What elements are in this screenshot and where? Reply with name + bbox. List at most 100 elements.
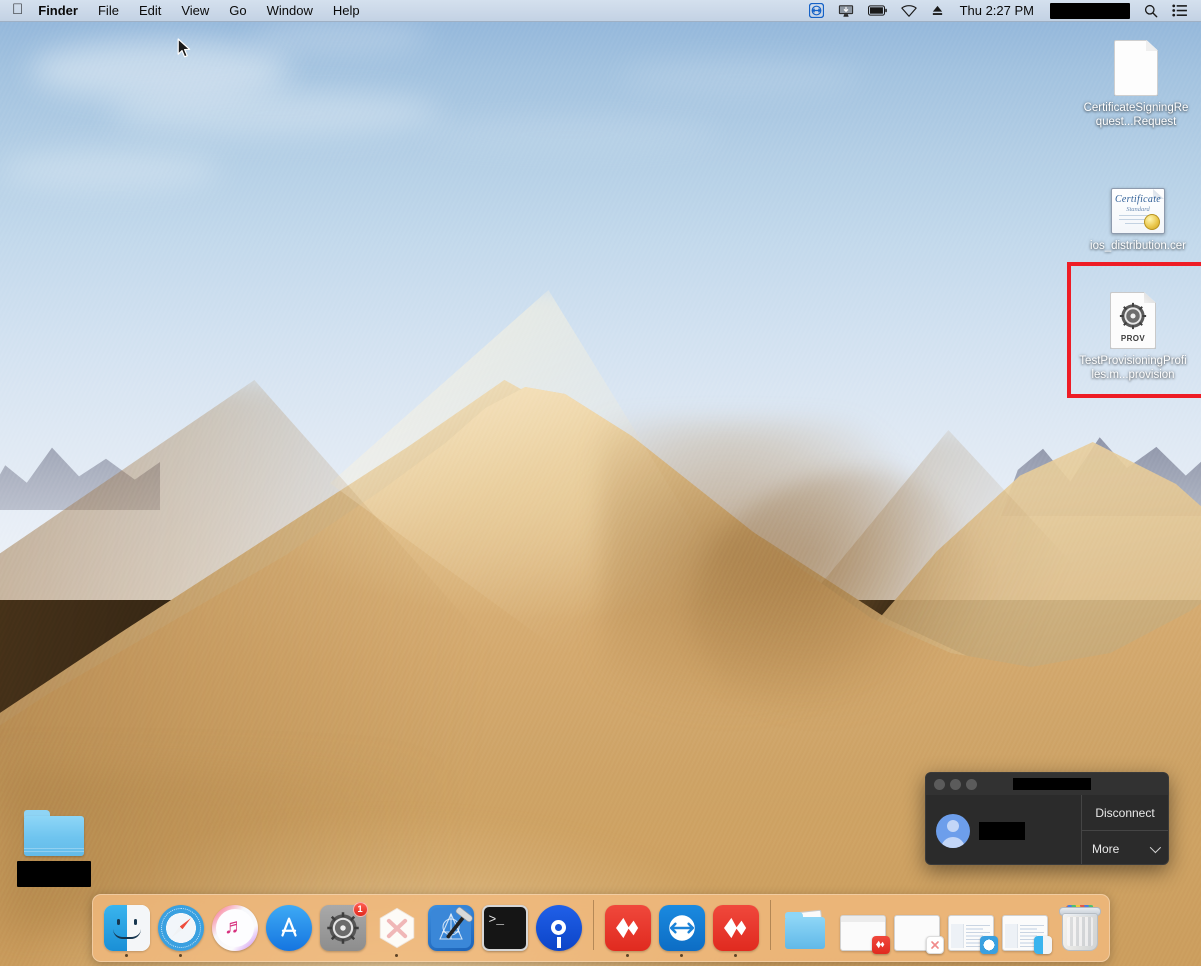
running-indicator — [394, 953, 399, 957]
desktop-icon-ios-distribution-cer[interactable]: Certificate Standard ios_distribution.ce… — [1084, 170, 1192, 253]
dock-item-teamviewer[interactable] — [655, 896, 709, 958]
certificate-subtitle: Standard — [1126, 206, 1150, 213]
terminal-prompt: >_ — [488, 911, 505, 927]
dock-separator — [769, 900, 771, 950]
dock-item-anydesk-2[interactable] — [709, 896, 763, 958]
running-indicator — [287, 954, 291, 958]
running-indicator — [503, 954, 507, 958]
running-indicator — [911, 954, 915, 958]
dock-item-app-store[interactable] — [262, 896, 316, 958]
provisioning-profile-icon: PROV — [1110, 285, 1156, 349]
desktop-icon-certificate-signing-request[interactable]: CertificateSigningRequest...Request — [1082, 32, 1190, 130]
panel-title-bar[interactable] — [926, 773, 1168, 795]
menu-item-window[interactable]: Window — [257, 0, 323, 21]
dock-item-sourcetree[interactable] — [532, 896, 586, 958]
dock-item-safari[interactable] — [154, 896, 208, 958]
menu-item-finder[interactable]: Finder — [34, 0, 88, 21]
safari-icon — [157, 904, 204, 951]
screen-sharing-icon[interactable] — [831, 0, 861, 21]
more-dropdown[interactable]: More — [1082, 830, 1168, 864]
dock[interactable]: ♬ 1 >_ — [91, 894, 1110, 962]
notification-center-icon[interactable] — [1165, 0, 1194, 21]
desktop-icon-test-provisioning-profile[interactable]: PROV TestProvisioningProfiles.m...provis… — [1079, 285, 1187, 383]
app-store-icon — [265, 904, 312, 951]
running-indicator — [233, 954, 237, 958]
running-indicator — [679, 953, 684, 957]
desktop-folder-redacted[interactable] — [0, 792, 108, 891]
running-indicator — [449, 954, 453, 958]
user-avatar-icon — [936, 813, 970, 848]
itunes-icon: ♬ — [211, 904, 258, 951]
gear-icon — [1119, 302, 1147, 330]
running-indicator — [803, 954, 807, 958]
menu-bar-status-area: Thu 2:27 PM — [802, 0, 1201, 21]
menu-item-label: File — [86, 3, 119, 18]
dock-item-system-preferences[interactable]: 1 — [316, 896, 370, 958]
panel-title-redacted — [1013, 778, 1091, 790]
desktop-icon-label: TestProvisioningProfiles.m...provision — [1079, 355, 1187, 382]
battery-icon[interactable] — [861, 0, 894, 21]
menu-item-label: Help — [321, 3, 360, 18]
search-icon[interactable] — [1137, 0, 1165, 21]
dock-item-terminal[interactable]: >_ — [478, 896, 532, 958]
panel-user-name-redacted — [979, 821, 1025, 840]
dock-item-minimized-window-finder[interactable] — [994, 896, 1052, 958]
running-indicator — [1073, 954, 1077, 958]
dock-item-trash[interactable] — [1048, 896, 1102, 958]
apple-menu[interactable]:  — [0, 0, 34, 21]
menu-bar[interactable]:  Finder File Edit View Go Window Help — [0, 0, 1201, 22]
running-indicator — [557, 954, 561, 958]
running-indicator — [178, 953, 183, 957]
panel-actions: Disconnect More — [1081, 795, 1168, 864]
apple-logo-icon:  — [12, 2, 23, 17]
dock-separator — [592, 900, 594, 950]
desktop-folder-label — [17, 861, 91, 891]
minimized-window-thumbnail — [1001, 914, 1052, 954]
dock-item-itunes[interactable]: ♬ — [208, 896, 262, 958]
dock-item-xamarin-studio[interactable] — [370, 896, 424, 958]
dock-item-minimized-window-anydesk[interactable] — [832, 896, 890, 958]
downloads-folder-icon — [782, 905, 828, 951]
sourcetree-icon — [535, 904, 582, 951]
anydesk-icon — [604, 904, 651, 951]
menu-item-go[interactable]: Go — [219, 0, 256, 21]
blank-document-icon — [1114, 32, 1158, 96]
badge-count: 1 — [352, 901, 368, 917]
dock-item-minimized-window-xamarin[interactable] — [886, 896, 944, 958]
menu-item-edit[interactable]: Edit — [129, 0, 171, 21]
desktop[interactable]:  Finder File Edit View Go Window Help — [0, 0, 1201, 966]
dock-item-anydesk-1[interactable] — [601, 896, 655, 958]
running-indicator — [625, 953, 630, 957]
teamviewer-icon[interactable] — [802, 0, 831, 21]
dock-item-downloads-stack[interactable] — [778, 896, 832, 958]
teamviewer-icon — [658, 904, 705, 951]
eject-icon[interactable] — [924, 0, 951, 21]
running-indicator — [965, 954, 969, 958]
running-indicator — [857, 954, 861, 958]
dock-item-finder[interactable] — [100, 896, 154, 958]
xcode-icon — [427, 904, 474, 951]
remote-session-panel[interactable]: Disconnect More — [925, 772, 1169, 865]
dock-item-minimized-window-safari[interactable] — [940, 896, 998, 958]
menu-item-view[interactable]: View — [171, 0, 219, 21]
trash-full-icon — [1058, 904, 1102, 951]
disconnect-button[interactable]: Disconnect — [1082, 795, 1168, 830]
close-button[interactable] — [934, 778, 945, 790]
running-indicator — [1019, 954, 1023, 958]
menu-bar-user-redacted[interactable] — [1043, 0, 1137, 21]
dock-item-xcode[interactable] — [424, 896, 478, 958]
minimize-button[interactable] — [950, 778, 961, 790]
menu-item-file[interactable]: File — [88, 0, 129, 21]
certificate-seal-icon — [1144, 214, 1160, 230]
wifi-icon[interactable] — [894, 0, 924, 21]
system-preferences-icon: 1 — [319, 901, 368, 951]
chevron-down-icon — [1149, 841, 1162, 853]
menu-item-help[interactable]: Help — [323, 0, 370, 21]
finder-icon — [103, 904, 150, 951]
menu-bar-clock[interactable]: Thu 2:27 PM — [951, 3, 1043, 18]
zoom-button[interactable] — [966, 778, 977, 790]
minimized-window-thumbnail — [947, 914, 998, 954]
menu-item-label: Window — [255, 3, 313, 18]
menu-item-label: Finder — [27, 3, 78, 18]
menu-item-label: Edit — [127, 3, 161, 18]
